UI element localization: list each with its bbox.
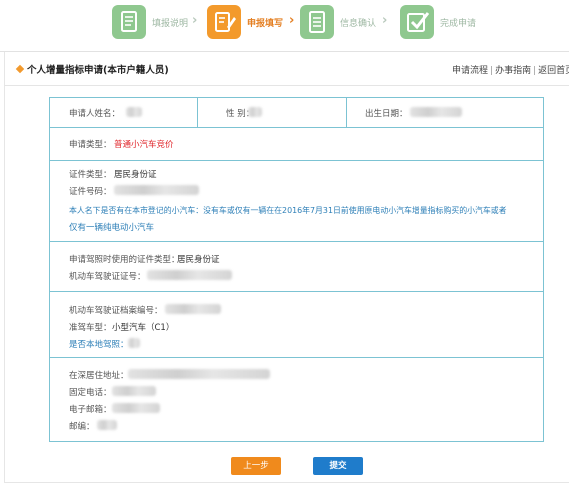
email-value: [112, 403, 160, 413]
chevron-right-icon: ›: [192, 13, 198, 28]
row-divider: [50, 357, 543, 358]
address-label: 在深居住地址：: [69, 371, 129, 381]
vehicle-class-label: 准驾车型：: [69, 323, 112, 333]
address-value: [128, 369, 270, 379]
postcode-value: [97, 420, 117, 430]
local-license-label: 是否本地驾照：: [69, 340, 129, 350]
edit-icon: [207, 5, 241, 39]
row-divider: [50, 241, 543, 242]
link-back-home[interactable]: 返回首页: [538, 66, 569, 76]
local-license-value: [128, 338, 140, 348]
applicant-name-label: 申请人姓名：: [69, 109, 121, 119]
postcode-label: 邮编：: [69, 422, 95, 432]
step-label: 填报说明: [152, 19, 189, 29]
birth-date-value: [410, 107, 462, 117]
apply-type-value: 普通小汽车竞价: [114, 140, 174, 150]
frame-border: [4, 482, 569, 483]
step-label: 申报填写: [247, 19, 284, 29]
chevron-right-icon: ›: [289, 13, 295, 28]
step-label: 信息确认: [340, 19, 377, 29]
applicant-name-value: [126, 107, 142, 117]
list-icon: [300, 5, 334, 39]
email-label: 电子邮箱：: [69, 405, 112, 415]
row-divider: [50, 160, 543, 161]
step-label: 完成申请: [440, 19, 477, 29]
step-progress-bar: 填报说明 › 申报填写 › 信息确认 › 完成申请: [0, 0, 569, 44]
gender-value: [248, 107, 262, 117]
frame-border: [4, 52, 5, 483]
id-number-value: [114, 185, 199, 195]
check-icon: [400, 5, 434, 39]
application-info-table: 申请人姓名： 性 别： 出生日期： 申请类型： 普通小汽车竞价 证件类型： 居民…: [49, 97, 544, 442]
id-type-value: 居民身份证: [114, 170, 157, 180]
column-divider: [197, 98, 198, 127]
vehicle-ownership-statement-cont: 仅有一辆纯电动小汽车: [69, 223, 155, 233]
section-header: 个人增量指标申请(本市户籍人员) 申请流程|办事指南|返回首页: [0, 52, 569, 86]
id-type-label: 证件类型：: [69, 170, 112, 180]
license-file-number-value: [165, 304, 221, 314]
row-divider: [50, 127, 543, 128]
driver-license-number-label: 机动车驾驶证证号：: [69, 272, 146, 282]
id-number-label: 证件号码：: [69, 187, 112, 197]
license-id-type-value: 居民身份证: [177, 255, 220, 265]
document-icon: [112, 5, 146, 39]
divider: [4, 85, 569, 86]
page-title: 个人增量指标申请(本市户籍人员): [27, 65, 169, 76]
column-divider: [346, 98, 347, 127]
vehicle-class-value: 小型汽车（C1）: [112, 323, 175, 333]
phone-label: 固定电话：: [69, 388, 112, 398]
link-apply-process[interactable]: 申请流程: [452, 66, 488, 76]
previous-step-button[interactable]: 上一步: [231, 457, 281, 475]
chevron-right-icon: ›: [382, 13, 388, 28]
license-file-number-label: 机动车驾驶证档案编号：: [69, 306, 163, 316]
link-service-guide[interactable]: 办事指南: [495, 66, 531, 76]
row-divider: [50, 291, 543, 292]
submit-button[interactable]: 提交: [313, 457, 363, 475]
driver-license-number-value: [147, 270, 232, 280]
vehicle-ownership-statement: 本人名下是否有在本市登记的小汽车：没有车或仅有一辆在在2016年7月31日前使用…: [69, 206, 507, 215]
phone-value: [112, 386, 156, 396]
diamond-bullet-icon: [15, 64, 25, 74]
header-links: 申请流程|办事指南|返回首页: [452, 63, 569, 76]
license-id-type-label: 申请驾照时使用的证件类型：: [69, 255, 180, 265]
apply-type-label: 申请类型：: [69, 140, 112, 150]
birth-date-label: 出生日期：: [365, 109, 408, 119]
